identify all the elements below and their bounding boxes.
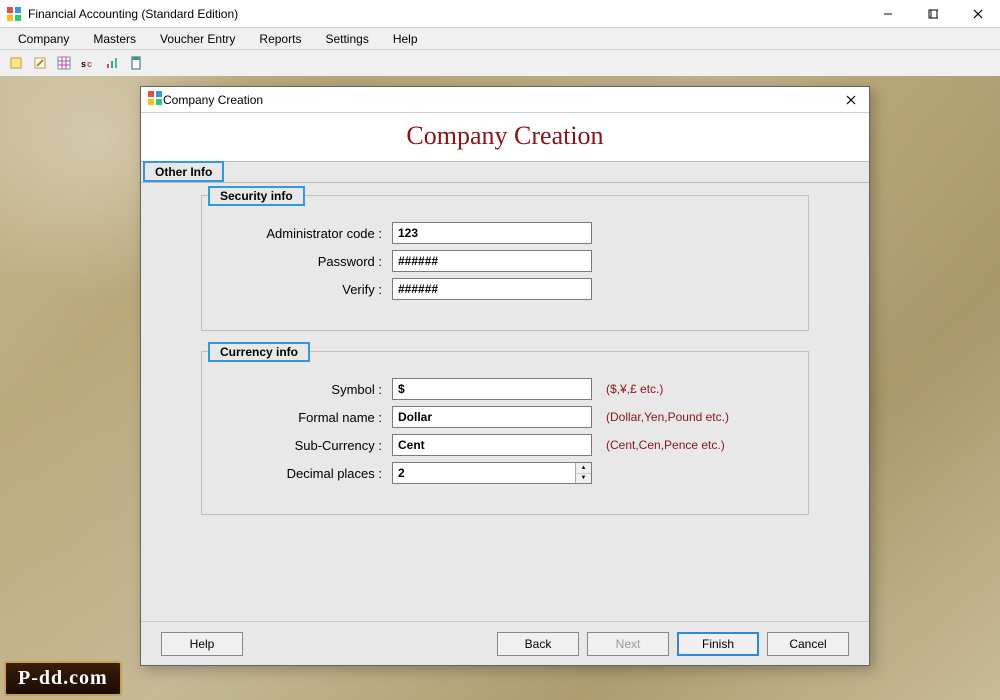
verify-label: Verify : bbox=[222, 282, 392, 297]
watermark-badge: P-dd.com bbox=[4, 661, 122, 696]
toolbar-chart-icon[interactable] bbox=[102, 53, 122, 73]
content-area: Company Creation Company Creation Other … bbox=[0, 76, 1000, 700]
currency-info-legend: Currency info bbox=[208, 342, 310, 362]
verify-input[interactable] bbox=[392, 278, 592, 300]
menu-help[interactable]: Help bbox=[381, 30, 430, 48]
currency-info-fieldset: Currency info Symbol : ($,¥,£ etc.) Form… bbox=[201, 351, 809, 515]
spinner-down-icon[interactable]: ▼ bbox=[576, 474, 591, 484]
security-info-fieldset: Security info Administrator code : Passw… bbox=[201, 195, 809, 331]
svg-text:s: s bbox=[81, 59, 86, 69]
formal-name-hint: (Dollar,Yen,Pound etc.) bbox=[606, 410, 729, 424]
toolbar-doc-icon[interactable] bbox=[126, 53, 146, 73]
symbol-hint: ($,¥,£ etc.) bbox=[606, 382, 663, 396]
decimal-places-row: Decimal places : ▲ ▼ bbox=[222, 462, 788, 484]
dialog-footer: Help Back Next Finish Cancel bbox=[141, 621, 869, 665]
admin-code-row: Administrator code : bbox=[222, 222, 788, 244]
help-button[interactable]: Help bbox=[161, 632, 243, 656]
app-title: Financial Accounting (Standard Edition) bbox=[28, 7, 865, 21]
window-controls bbox=[865, 0, 1000, 27]
security-info-legend: Security info bbox=[208, 186, 305, 206]
minimize-button[interactable] bbox=[865, 0, 910, 27]
dialog-icon bbox=[147, 90, 163, 109]
tab-other-info[interactable]: Other Info bbox=[143, 161, 224, 182]
password-row: Password : bbox=[222, 250, 788, 272]
back-button[interactable]: Back bbox=[497, 632, 579, 656]
toolbar: sc bbox=[0, 50, 1000, 76]
dialog-titlebar: Company Creation bbox=[141, 87, 869, 113]
sub-currency-hint: (Cent,Cen,Pence etc.) bbox=[606, 438, 725, 452]
decimal-places-label: Decimal places : bbox=[222, 466, 392, 481]
admin-code-input[interactable] bbox=[392, 222, 592, 244]
dialog-close-button[interactable] bbox=[837, 90, 865, 110]
menubar: Company Masters Voucher Entry Reports Se… bbox=[0, 28, 1000, 50]
dialog-title: Company Creation bbox=[163, 93, 837, 107]
menu-company[interactable]: Company bbox=[6, 30, 81, 48]
menu-reports[interactable]: Reports bbox=[247, 30, 313, 48]
sub-currency-row: Sub-Currency : (Cent,Cen,Pence etc.) bbox=[222, 434, 788, 456]
symbol-label: Symbol : bbox=[222, 382, 392, 397]
toolbar-new-icon[interactable] bbox=[6, 53, 26, 73]
menu-voucher-entry[interactable]: Voucher Entry bbox=[148, 30, 247, 48]
verify-row: Verify : bbox=[222, 278, 788, 300]
next-button[interactable]: Next bbox=[587, 632, 669, 656]
formal-name-input[interactable] bbox=[392, 406, 592, 428]
admin-code-label: Administrator code : bbox=[222, 226, 392, 241]
close-button[interactable] bbox=[955, 0, 1000, 27]
spinner-buttons: ▲ ▼ bbox=[575, 463, 591, 483]
dialog-body: Security info Administrator code : Passw… bbox=[141, 183, 869, 621]
toolbar-grid-icon[interactable] bbox=[54, 53, 74, 73]
dialog-heading-area: Company Creation bbox=[141, 113, 869, 161]
app-icon bbox=[6, 6, 22, 22]
svg-text:c: c bbox=[87, 59, 92, 69]
sub-currency-label: Sub-Currency : bbox=[222, 438, 392, 453]
formal-name-row: Formal name : (Dollar,Yen,Pound etc.) bbox=[222, 406, 788, 428]
tab-strip: Other Info bbox=[141, 161, 869, 183]
formal-name-label: Formal name : bbox=[222, 410, 392, 425]
password-label: Password : bbox=[222, 254, 392, 269]
spinner-up-icon[interactable]: ▲ bbox=[576, 463, 591, 474]
symbol-row: Symbol : ($,¥,£ etc.) bbox=[222, 378, 788, 400]
sub-currency-input[interactable] bbox=[392, 434, 592, 456]
toolbar-edit-icon[interactable] bbox=[30, 53, 50, 73]
cancel-button[interactable]: Cancel bbox=[767, 632, 849, 656]
menu-settings[interactable]: Settings bbox=[313, 30, 380, 48]
company-creation-dialog: Company Creation Company Creation Other … bbox=[140, 86, 870, 666]
toolbar-swap-icon[interactable]: sc bbox=[78, 53, 98, 73]
symbol-input[interactable] bbox=[392, 378, 592, 400]
finish-button[interactable]: Finish bbox=[677, 632, 759, 656]
decimal-places-input[interactable] bbox=[393, 463, 575, 483]
decimal-places-spinner[interactable]: ▲ ▼ bbox=[392, 462, 592, 484]
main-titlebar: Financial Accounting (Standard Edition) bbox=[0, 0, 1000, 28]
menu-masters[interactable]: Masters bbox=[81, 30, 148, 48]
main-window: Financial Accounting (Standard Edition) … bbox=[0, 0, 1000, 700]
dialog-heading: Company Creation bbox=[141, 121, 869, 151]
password-input[interactable] bbox=[392, 250, 592, 272]
maximize-button[interactable] bbox=[910, 0, 955, 27]
